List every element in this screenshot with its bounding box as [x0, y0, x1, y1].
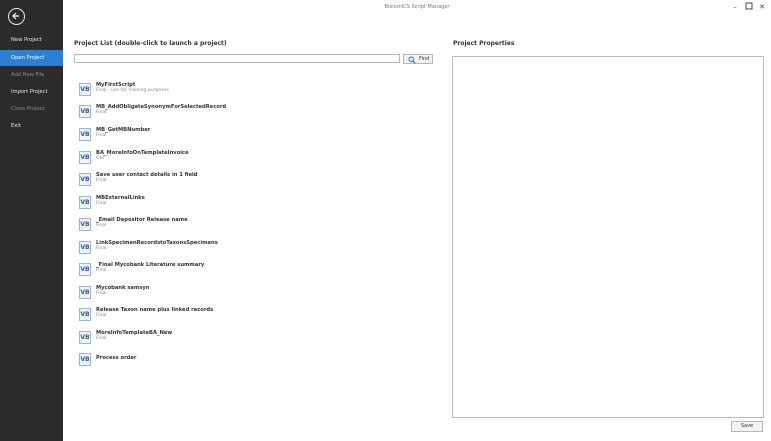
vb-file-icon: VB	[79, 263, 91, 276]
project-status: Final	[96, 246, 107, 251]
back-arrow-icon[interactable]	[8, 8, 25, 25]
vb-file-icon: VB	[79, 241, 91, 254]
project-status: Final	[96, 178, 107, 183]
sidebar-item-close-project[interactable]: Close Project	[0, 101, 63, 117]
sidebar-item-exit[interactable]: Exit	[0, 118, 63, 134]
list-item[interactable]: VB _Email Depositor Release name Final	[79, 217, 419, 235]
sidebar: New Project Open Project Add New File Im…	[0, 0, 63, 441]
close-icon[interactable]: ✕	[757, 2, 767, 12]
vb-file-icon: VB	[79, 331, 91, 344]
list-item[interactable]: VB BA_MoreInfoOnTemplateInvoice Old	[79, 150, 419, 168]
project-status: Final	[96, 223, 107, 228]
project-status: Final	[96, 291, 107, 296]
project-name: MB_AddObligateSynonymForSelectedRecord	[96, 104, 227, 110]
project-list-title: Project List (double-click to launch a p…	[74, 40, 227, 47]
minimize-icon[interactable]: –	[730, 2, 740, 12]
vb-file-icon: VB	[79, 286, 91, 299]
project-name: LinkSpecimenRecordstoTaxonsSpecimens	[96, 240, 218, 246]
project-status: Final	[96, 336, 107, 341]
vb-file-icon: VB	[79, 83, 91, 96]
list-item[interactable]: VB MB_GetMBNumber Final	[79, 127, 419, 145]
list-item[interactable]: VB LinkSpecimenRecordstoTaxonsSpecimens …	[79, 240, 419, 258]
list-item[interactable]: VB Process order	[79, 352, 419, 370]
project-properties-panel	[452, 56, 764, 418]
list-item[interactable]: VB MoreInfoTemplateBA_New Final	[79, 330, 419, 348]
find-label: Find	[419, 56, 430, 62]
save-button[interactable]: Save	[731, 421, 763, 432]
find-button[interactable]: Find	[403, 54, 433, 64]
maximize-icon[interactable]	[744, 2, 754, 12]
list-item[interactable]: VB MB_AddObligateSynonymForSelectedRecor…	[79, 104, 419, 122]
vb-file-icon: VB	[79, 105, 91, 118]
project-name: Save user contact details in 1 field	[96, 172, 198, 178]
project-name: Process order	[96, 355, 137, 361]
sidebar-item-open-project[interactable]: Open Project	[0, 50, 63, 66]
vb-file-icon: VB	[79, 218, 91, 231]
sidebar-item-add-new-file[interactable]: Add New File	[0, 67, 63, 83]
project-status: Final	[96, 110, 107, 115]
sidebar-item-new-project[interactable]: New Project	[0, 32, 63, 48]
vb-file-icon: VB	[79, 196, 91, 209]
project-name: _Final Mycobank Literature summary	[96, 262, 205, 268]
list-item[interactable]: VB MyFirstScript Final - use for trainin…	[79, 82, 419, 100]
project-name: Release Taxon name plus linked records	[96, 307, 214, 313]
project-name: _Email Depositor Release name	[96, 217, 188, 223]
project-properties-title: Project Properties	[453, 40, 515, 47]
project-name: MoreInfoTemplateBA_New	[96, 330, 173, 336]
list-item[interactable]: VB Release Taxon name plus linked record…	[79, 307, 419, 325]
project-status: Final	[96, 313, 107, 318]
vb-file-icon: VB	[79, 173, 91, 186]
search-input[interactable]	[74, 54, 400, 63]
vb-file-icon: VB	[79, 151, 91, 164]
list-item[interactable]: VB MBExternalLinks Final	[79, 195, 419, 213]
project-status: Final - use for training purposes	[96, 88, 169, 93]
list-item[interactable]: VB Save user contact details in 1 field …	[79, 172, 419, 190]
search-icon	[408, 56, 416, 67]
project-status: Final	[96, 201, 107, 206]
vb-file-icon: VB	[79, 353, 91, 366]
sidebar-item-import-project[interactable]: Import Project	[0, 84, 63, 100]
project-status: Final	[96, 133, 107, 138]
list-item[interactable]: VB Mycobank samsyn Final	[79, 285, 419, 303]
project-status: Final	[96, 268, 107, 273]
window-title: BiolomICS Script Manager	[384, 4, 450, 10]
project-name: BA_MoreInfoOnTemplateInvoice	[96, 150, 189, 156]
project-status: Old	[96, 156, 104, 161]
vb-file-icon: VB	[79, 128, 91, 141]
list-item[interactable]: VB _Final Mycobank Literature summary Fi…	[79, 262, 419, 280]
vb-file-icon: VB	[79, 308, 91, 321]
